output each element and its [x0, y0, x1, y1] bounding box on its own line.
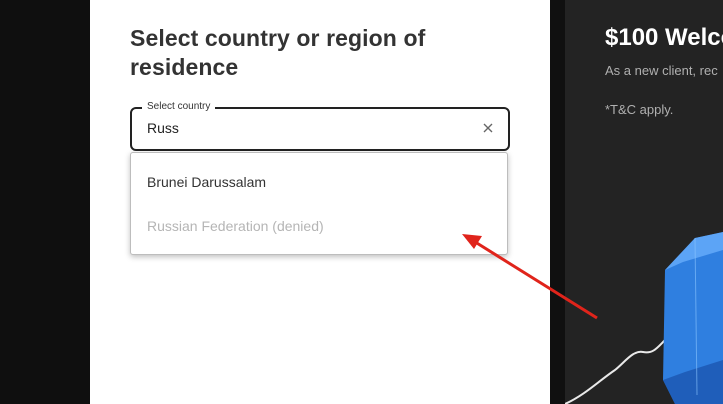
country-dropdown-list: Brunei Darussalam Russian Federation (de…: [130, 152, 508, 255]
country-search-input[interactable]: [147, 120, 467, 136]
option-russian-federation-denied: Russian Federation (denied): [147, 218, 324, 234]
country-select-field[interactable]: Select country: [130, 101, 510, 151]
left-dark-background: [0, 0, 90, 404]
promo-panel: $100 Welco As a new client, rec *T&C app…: [565, 0, 723, 404]
blue-cube-graphic: [663, 232, 723, 404]
promo-graphic: [565, 232, 723, 404]
page-title: Select country or region of residence: [130, 25, 426, 80]
country-field-label: Select country: [142, 101, 216, 113]
option-brunei-darussalam[interactable]: Brunei Darussalam: [147, 173, 266, 191]
close-icon[interactable]: [480, 120, 496, 136]
glow-line: [565, 339, 666, 404]
country-selection-panel: Select country or region of residence Se…: [90, 0, 550, 404]
